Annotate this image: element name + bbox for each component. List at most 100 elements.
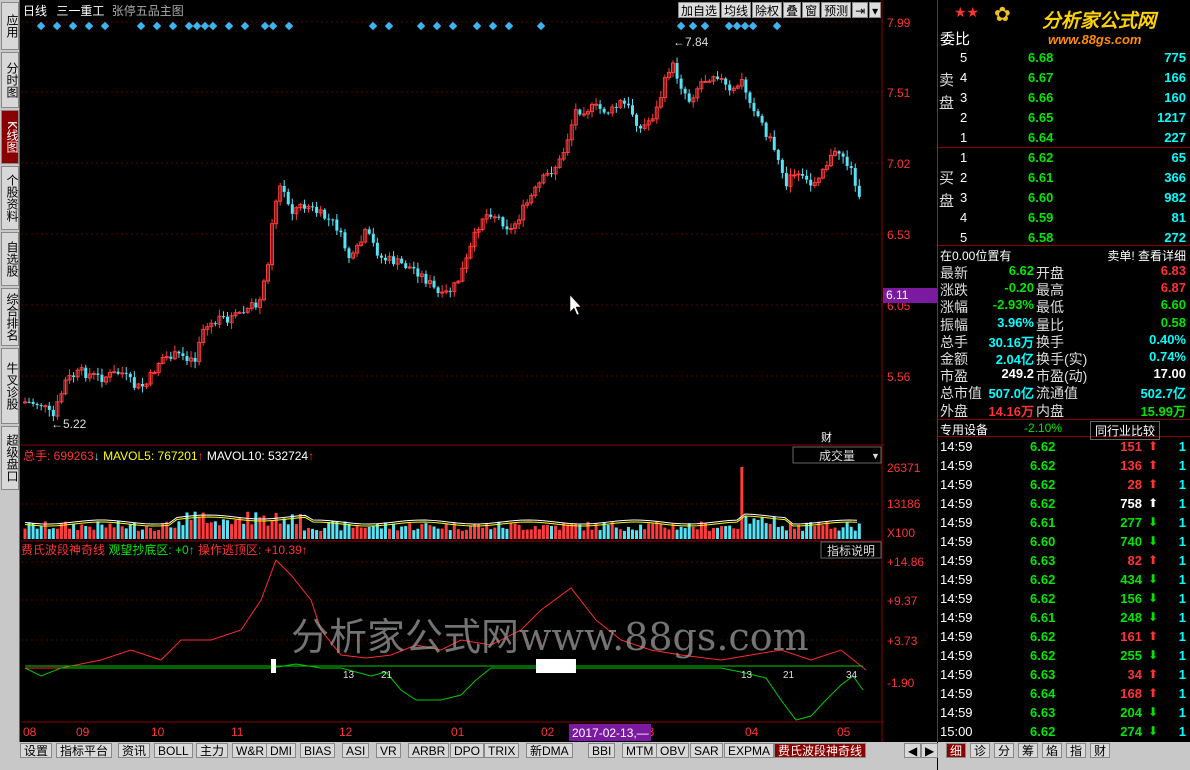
- candle-body: [323, 209, 327, 219]
- indicator-tab-8[interactable]: ASI: [342, 743, 370, 758]
- dropdown-icon[interactable]: ▾: [869, 2, 882, 18]
- left-tab-3[interactable]: 个股资料: [1, 166, 19, 230]
- candle-body: [606, 112, 610, 114]
- candle-body: [626, 103, 630, 106]
- indicator-tab-11[interactable]: DPO: [450, 743, 485, 758]
- stat-value: 30.16万: [988, 334, 1034, 350]
- buy-level: 3: [960, 190, 968, 205]
- indicator-tab-4[interactable]: 主力: [196, 743, 229, 758]
- indicator-tab-15[interactable]: MTM: [622, 743, 658, 758]
- fib-number: 13: [343, 670, 355, 681]
- indicator-tab-12[interactable]: TRIX: [484, 743, 520, 758]
- volume-bar: [618, 529, 622, 539]
- volume-bar: [469, 526, 472, 539]
- left-tab-2[interactable]: K线图: [1, 110, 19, 164]
- candle-body: [550, 173, 553, 175]
- quote-panel: ★★ ✿ 分析家公式网 www.88gs.com 委比 卖盘 买盘 5 6.68 775 4 6.67…: [937, 0, 1190, 770]
- period-label[interactable]: 日线: [23, 4, 47, 18]
- indicator-tab-3[interactable]: BOLL: [154, 743, 193, 758]
- chart-canvas[interactable]: ←7.84 ←5.22 13 21 13 21 34 分析家公式网www.88gs.com 总手…: [21, 0, 883, 742]
- left-tab-0[interactable]: 应用: [1, 2, 19, 50]
- volume-bar: [456, 529, 460, 539]
- volume-tick: 13186: [887, 497, 921, 511]
- candle-body: [760, 116, 764, 123]
- restore-icon[interactable]: ⇥: [852, 2, 869, 18]
- finance-marker[interactable]: 财: [821, 430, 832, 444]
- indicator-tab-13[interactable]: 新DMA: [526, 743, 573, 758]
- left-tab-5[interactable]: 综合排名: [1, 288, 19, 346]
- side-tab-6[interactable]: 财: [1090, 743, 1111, 758]
- scroll-right-icon[interactable]: ▶: [921, 743, 939, 758]
- volume-bar: [72, 524, 76, 539]
- toolbar-button-5[interactable]: 预测: [821, 2, 852, 18]
- volume-bar: [428, 525, 432, 539]
- signal-marker: [52, 21, 62, 31]
- candle-body: [631, 105, 634, 115]
- left-tab-7[interactable]: 超级盘口: [1, 426, 19, 490]
- indicator-legend: 费氏波段神奇线 观望抄底区: +0↑ 操作逃顶区: +10.39↑: [21, 542, 308, 557]
- side-tab-2[interactable]: 分: [994, 743, 1015, 758]
- side-tab-3[interactable]: 筹: [1018, 743, 1039, 758]
- volume-bar: [96, 521, 100, 539]
- candle-body: [687, 93, 691, 102]
- indicator-tab-1[interactable]: 指标平台: [56, 743, 113, 758]
- indicator-tab-2[interactable]: 资讯: [118, 743, 151, 758]
- indicator-tab-14[interactable]: BBI: [588, 743, 616, 758]
- toolbar-button-1[interactable]: 均线: [721, 2, 752, 18]
- candle-body: [805, 175, 809, 180]
- indicator-tab-5[interactable]: W&R: [232, 743, 268, 758]
- indicator-tab-6[interactable]: DMI: [266, 743, 296, 758]
- volume-bar: [663, 527, 667, 539]
- stat-value: 15.99万: [1140, 403, 1186, 419]
- indicator-tab-17[interactable]: SAR: [690, 743, 723, 758]
- kline-chart-area[interactable]: ←7.84 ←5.22 13 21 13 21 34 分析家公式网www.88gs.com 总手…: [21, 0, 883, 742]
- volume-bar: [88, 526, 92, 539]
- volume-bar: [610, 521, 614, 539]
- indicator-tab-0[interactable]: 设置: [20, 743, 53, 758]
- sell-detail-link[interactable]: 卖单! 查看详细: [1107, 247, 1186, 264]
- indicator-help-label: 指标说明: [827, 543, 875, 558]
- side-tab-0[interactable]: 细: [946, 743, 967, 758]
- volume-bar: [335, 521, 339, 539]
- indicator-tab-16[interactable]: OBV: [656, 743, 690, 758]
- toolbar-button-2[interactable]: 除权: [752, 2, 783, 18]
- toolbar-button-4[interactable]: 窗: [802, 2, 821, 18]
- tick-price: 6.62: [1030, 724, 1056, 739]
- candle-body: [185, 356, 189, 361]
- arrow-up-icon: ⬆: [1147, 458, 1158, 472]
- volume-bar: [355, 525, 359, 539]
- sector-compare-button[interactable]: 同行业比较: [1090, 421, 1161, 440]
- left-tab-1[interactable]: 分时图: [1, 52, 19, 108]
- sell-volume: 160: [1164, 90, 1186, 105]
- indicator-tab-9[interactable]: VR: [376, 743, 401, 758]
- left-tab-6[interactable]: 牛叉诊股: [1, 348, 19, 424]
- price-tick: 7.51: [887, 86, 911, 100]
- side-tab-5[interactable]: 指: [1066, 743, 1087, 758]
- candle-body: [792, 174, 797, 177]
- volume-bar: [221, 519, 225, 539]
- volume-bar: [550, 525, 553, 539]
- candle-body: [683, 88, 687, 94]
- chart-title-bar: 日线 三一重工 张停五品主图: [23, 2, 184, 18]
- side-tab-4[interactable]: 焰: [1042, 743, 1063, 758]
- toolbar-button-3[interactable]: 叠: [783, 2, 802, 18]
- buy-price: 6.58: [1028, 230, 1054, 245]
- side-tab-1[interactable]: 诊: [970, 743, 991, 758]
- volume-bar: [521, 529, 525, 539]
- candle-body: [716, 76, 720, 79]
- indicator-tab-10[interactable]: ARBR: [408, 743, 450, 758]
- left-tab-4[interactable]: 自选股: [1, 232, 19, 286]
- sector-change: -2.10%: [1024, 421, 1063, 435]
- scroll-left-icon[interactable]: ◀: [904, 743, 922, 758]
- indicator-tab-19[interactable]: 费氏波段神奇线: [774, 743, 867, 758]
- volume-bar: [371, 525, 375, 539]
- volume-bar: [424, 523, 428, 539]
- stat-value: 0.74%: [1149, 349, 1186, 364]
- indicator-tab-7[interactable]: BIAS: [300, 743, 336, 758]
- mouse-pointer-icon: [569, 294, 582, 316]
- tick-count: 1: [1178, 515, 1186, 530]
- toolbar-button-0[interactable]: 加自选: [678, 2, 721, 18]
- indicator-tab-18[interactable]: EXPMA: [724, 743, 775, 758]
- tick-volume: 34: [1127, 667, 1142, 682]
- tick-time: 14:59: [940, 477, 973, 492]
